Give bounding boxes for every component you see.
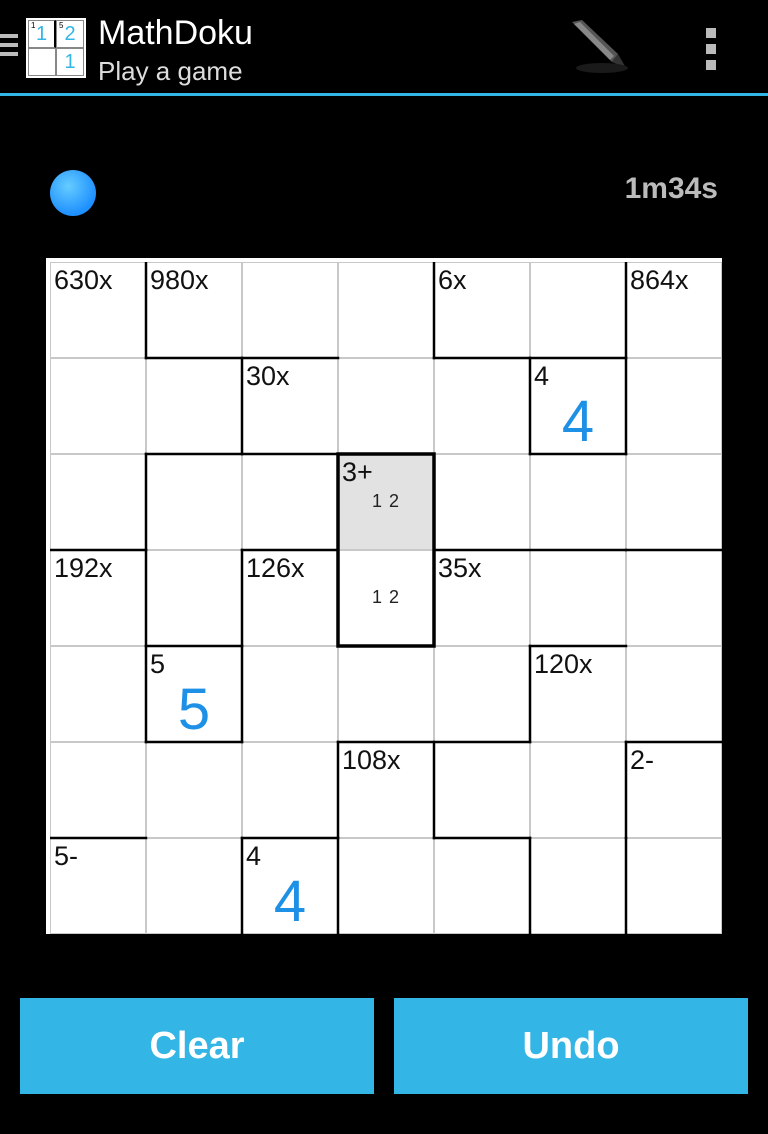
- grid-cell[interactable]: [242, 646, 338, 742]
- grid-cell[interactable]: [146, 358, 242, 454]
- grid-cell[interactable]: 192x: [50, 550, 146, 646]
- undo-button[interactable]: Undo: [394, 998, 748, 1094]
- grid-cell[interactable]: [434, 838, 530, 934]
- cage-clue: 120x: [534, 649, 593, 679]
- grid-cell[interactable]: 3+ 1 2: [338, 454, 434, 550]
- grid-cell[interactable]: [50, 646, 146, 742]
- drawer-menu-icon[interactable]: [0, 34, 20, 64]
- grid-cell[interactable]: [338, 838, 434, 934]
- clear-button[interactable]: Clear: [20, 998, 374, 1094]
- grid-cell[interactable]: 108x: [338, 742, 434, 838]
- grid-cell[interactable]: 864x: [626, 262, 722, 358]
- action-bar: 11 52 1 MathDoku Play a game: [0, 0, 768, 96]
- grid-cell[interactable]: 35x: [434, 550, 530, 646]
- cage-clue: 2-: [630, 745, 655, 775]
- pen-icon[interactable]: [566, 16, 630, 76]
- grid-cell[interactable]: 126x: [242, 550, 338, 646]
- grid-cell[interactable]: [530, 550, 626, 646]
- grid-cell[interactable]: 980x: [146, 262, 242, 358]
- grid-cell[interactable]: [50, 742, 146, 838]
- cage-clue: 5-: [54, 841, 79, 871]
- grid-cell[interactable]: [530, 742, 626, 838]
- cage-clue: 30x: [246, 361, 290, 391]
- app-logo-icon[interactable]: 11 52 1: [26, 18, 86, 78]
- cage-clue: 3+: [342, 457, 373, 487]
- grid-cell[interactable]: [626, 358, 722, 454]
- grid-cell[interactable]: [530, 838, 626, 934]
- game-timer: 1m34s: [624, 172, 718, 205]
- grid-cell[interactable]: 30x: [242, 358, 338, 454]
- grid-cell[interactable]: 5-: [50, 838, 146, 934]
- cage-clue: 4: [534, 361, 550, 391]
- cage-clue: 4: [246, 841, 262, 871]
- app-title: MathDoku: [98, 14, 253, 52]
- grid-cell[interactable]: [626, 646, 722, 742]
- grid-cell[interactable]: 1 2: [338, 550, 434, 646]
- grid-cell[interactable]: [242, 262, 338, 358]
- grid-cell[interactable]: [50, 454, 146, 550]
- grid-cell[interactable]: [338, 262, 434, 358]
- cage-clue: 5: [150, 649, 166, 679]
- cage-clue: 35x: [438, 553, 482, 583]
- grid-cell[interactable]: [242, 454, 338, 550]
- grid-cell[interactable]: 6x: [434, 262, 530, 358]
- grid-cell[interactable]: [146, 838, 242, 934]
- cage-clue: 126x: [246, 553, 305, 583]
- grid-cell[interactable]: [434, 358, 530, 454]
- cage-clue: 630x: [54, 265, 113, 295]
- grid-cell[interactable]: [434, 646, 530, 742]
- grid-cell[interactable]: 2-: [626, 742, 722, 838]
- cell-possibles: 1 2: [371, 587, 401, 607]
- cage-clue: 864x: [630, 265, 689, 295]
- grid-cell[interactable]: [434, 454, 530, 550]
- cell-value: 4: [273, 869, 307, 934]
- grid-cell[interactable]: [338, 358, 434, 454]
- cage-clue: 6x: [438, 265, 467, 295]
- cage-clue: 192x: [54, 553, 113, 583]
- grid-cell[interactable]: [434, 742, 530, 838]
- grid-cell[interactable]: [146, 550, 242, 646]
- grid-cell[interactable]: [626, 838, 722, 934]
- cage-clue: 980x: [150, 265, 209, 295]
- grid-cell[interactable]: 120x: [530, 646, 626, 742]
- grid-cell[interactable]: [146, 454, 242, 550]
- grid-cell[interactable]: [530, 454, 626, 550]
- cage-clue: 108x: [342, 745, 401, 775]
- app-subtitle: Play a game: [98, 56, 243, 86]
- grid-cell[interactable]: [242, 742, 338, 838]
- grid-cell[interactable]: [626, 550, 722, 646]
- status-indicator-icon: [50, 170, 96, 216]
- grid-cell[interactable]: [146, 742, 242, 838]
- grid-cell[interactable]: [530, 262, 626, 358]
- grid-cell[interactable]: [338, 646, 434, 742]
- grid-cell[interactable]: 55: [146, 646, 242, 742]
- grid-cell[interactable]: [50, 358, 146, 454]
- overflow-menu-icon[interactable]: [706, 28, 718, 70]
- cell-possibles: 1 2: [371, 491, 401, 511]
- puzzle-grid: 630x 980x 6x 864x 30x 4 4 3+ 1 2 192x 126x 1 2 35x 5 5…: [46, 258, 722, 934]
- grid-cell[interactable]: [626, 454, 722, 550]
- grid-cell[interactable]: 630x: [50, 262, 146, 358]
- grid-cell[interactable]: 44: [530, 358, 626, 454]
- cell-value: 4: [561, 389, 595, 454]
- grid-cell[interactable]: 44: [242, 838, 338, 934]
- cell-value: 5: [177, 677, 211, 742]
